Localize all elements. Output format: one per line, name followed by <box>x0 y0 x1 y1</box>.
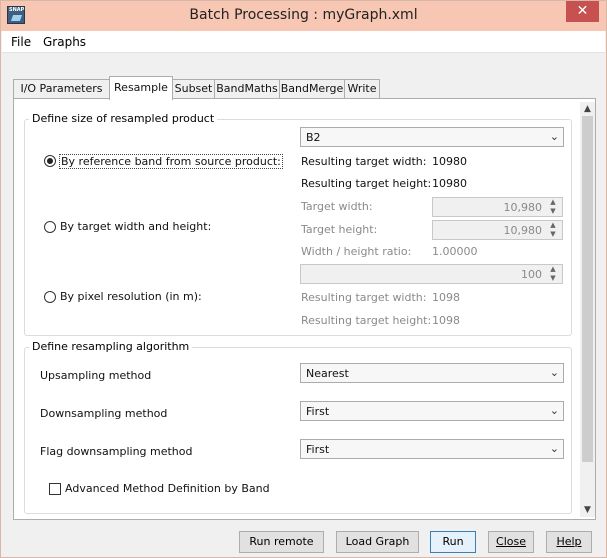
flag-downsampling-value: First <box>306 443 330 456</box>
run-remote-button[interactable]: Run remote <box>239 531 324 553</box>
reference-band-select[interactable]: B2 ⌄ <box>300 127 564 147</box>
flag-downsampling-select[interactable]: First ⌄ <box>300 439 564 459</box>
ratio-value: 1.00000 <box>432 245 478 258</box>
tab-bandmerge[interactable]: BandMerge <box>279 79 345 99</box>
tab-subset[interactable]: Subset <box>172 79 215 99</box>
tab-resample[interactable]: Resample <box>109 76 173 100</box>
ref-height-label: Resulting target height: <box>301 177 432 190</box>
downsampling-label: Downsampling method <box>40 407 168 420</box>
chevron-down-icon: ⌄ <box>549 442 559 455</box>
spin-arrows-icon[interactable]: ▲ ▼ <box>547 265 559 283</box>
scroll-up-icon[interactable]: ▲ <box>580 102 595 116</box>
resample-panel: Define size of resampled product B2 ⌄ By… <box>13 98 596 520</box>
pixel-resolution-spinner[interactable]: 100 ▲ ▼ <box>300 264 563 284</box>
target-width-spinner[interactable]: 10,980 ▲ ▼ <box>432 197 563 217</box>
ref-width-value: 10980 <box>432 155 467 168</box>
title-bar[interactable]: SNAP Batch Processing : myGraph.xml ✕ <box>1 1 606 31</box>
target-height-value: 10,980 <box>503 224 543 237</box>
res-height-label: Resulting target height: <box>301 314 432 327</box>
target-width-value: 10,980 <box>503 201 543 214</box>
res-height-value: 1098 <box>432 314 460 327</box>
pixel-resolution-value: 100 <box>521 268 542 281</box>
scroll-down-icon[interactable]: ▼ <box>580 503 595 517</box>
window-title: Batch Processing : myGraph.xml <box>189 7 418 23</box>
ratio-label: Width / height ratio: <box>301 245 412 258</box>
panel-scrollbar[interactable]: ▲ ▼ <box>580 102 595 517</box>
chevron-down-icon: ⌄ <box>549 366 559 379</box>
help-button[interactable]: Help <box>546 531 592 553</box>
target-height-spinner[interactable]: 10,980 ▲ ▼ <box>432 220 563 240</box>
reference-band-value: B2 <box>306 131 321 144</box>
upsampling-label: Upsampling method <box>40 369 152 382</box>
tab-io-parameters[interactable]: I/O Parameters <box>13 79 110 99</box>
pixel-resolution-radio[interactable] <box>44 291 56 303</box>
pixel-resolution-radio-label[interactable]: By pixel resolution (in m): <box>60 290 202 303</box>
close-window-button[interactable]: ✕ <box>566 1 599 22</box>
target-size-radio-label[interactable]: By target width and height: <box>60 220 211 233</box>
chevron-down-icon: ⌄ <box>549 404 559 417</box>
res-width-value: 1098 <box>432 291 460 304</box>
spin-arrows-icon[interactable]: ▲ ▼ <box>547 221 559 239</box>
target-size-radio[interactable] <box>44 221 56 233</box>
reference-band-radio[interactable] <box>44 155 56 167</box>
target-width-label: Target width: <box>301 200 373 213</box>
tab-bandmaths[interactable]: BandMaths <box>214 79 280 99</box>
ref-width-label: Resulting target width: <box>301 155 427 168</box>
scroll-thumb[interactable] <box>582 116 593 462</box>
reference-band-radio-label[interactable]: By reference band from source product: <box>59 154 283 169</box>
advanced-method-checkbox[interactable] <box>49 483 61 495</box>
algorithm-group-legend: Define resampling algorithm <box>29 340 193 353</box>
menu-bar: File Graphs <box>2 31 605 53</box>
load-graph-button[interactable]: Load Graph <box>336 531 419 553</box>
res-width-label: Resulting target width: <box>301 291 427 304</box>
upsampling-value: Nearest <box>306 367 349 380</box>
help-button-label: Help <box>556 535 582 548</box>
flag-downsampling-label: Flag downsampling method <box>40 445 193 458</box>
run-button[interactable]: Run <box>430 531 476 553</box>
close-button[interactable]: Close <box>488 531 534 553</box>
upsampling-select[interactable]: Nearest ⌄ <box>300 363 564 383</box>
chevron-down-icon: ⌄ <box>549 130 559 143</box>
close-icon: ✕ <box>576 3 589 19</box>
downsampling-select[interactable]: First ⌄ <box>300 401 564 421</box>
menu-graphs[interactable]: Graphs <box>43 35 86 49</box>
batch-processing-window: SNAP Batch Processing : myGraph.xml ✕ Fi… <box>0 0 607 558</box>
target-height-label: Target height: <box>301 223 378 236</box>
ref-height-value: 10980 <box>432 177 467 190</box>
downsampling-value: First <box>306 405 330 418</box>
tab-write[interactable]: Write <box>344 79 380 99</box>
size-group-legend: Define size of resampled product <box>29 112 218 125</box>
spin-arrows-icon[interactable]: ▲ ▼ <box>547 198 559 216</box>
advanced-method-label[interactable]: Advanced Method Definition by Band <box>65 482 270 495</box>
menu-file[interactable]: File <box>11 35 31 49</box>
close-button-label: Close <box>496 535 526 548</box>
